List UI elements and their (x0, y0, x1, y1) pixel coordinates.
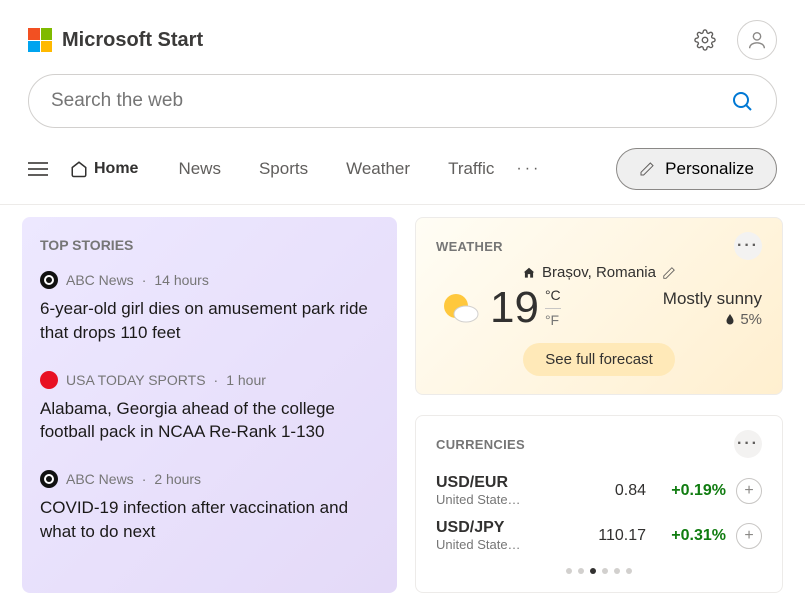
nav-home[interactable]: Home (70, 160, 138, 178)
source-icon (40, 470, 58, 488)
weather-icon (436, 284, 484, 332)
story-source: ABC News (66, 471, 134, 487)
person-icon (746, 29, 768, 51)
weather-condition: Mostly sunny (663, 289, 762, 309)
microsoft-logo-icon (28, 28, 52, 52)
currency-pair: USD/JPY (436, 519, 576, 537)
nav-item-traffic[interactable]: Traffic (448, 159, 494, 179)
story-item[interactable]: ABC News·14 hours6-year-old girl dies on… (40, 271, 379, 345)
nav-more[interactable]: ··· (516, 160, 541, 178)
currency-change: +0.19% (646, 482, 726, 500)
droplet-icon (724, 313, 736, 325)
brand[interactable]: Microsoft Start (28, 28, 203, 52)
weather-location: Brașov, Romania (542, 264, 656, 281)
currencies-card: CURRENCIES ··· USD/EURUnited State…0.84+… (415, 415, 783, 593)
story-headline: 6-year-old girl dies on amusement park r… (40, 297, 379, 345)
weather-humidity: 5% (740, 311, 762, 328)
pencil-icon[interactable] (662, 266, 676, 280)
currency-value: 110.17 (576, 527, 646, 545)
story-item[interactable]: USA TODAY SPORTS·1 hourAlabama, Georgia … (40, 371, 379, 445)
currency-row[interactable]: USD/JPYUnited State…110.17+0.31% + (436, 513, 762, 558)
story-time: 14 hours (154, 272, 208, 288)
pager-dot[interactable] (626, 568, 632, 574)
pager-dot[interactable] (614, 568, 620, 574)
currencies-more-button[interactable]: ··· (734, 430, 762, 458)
personalize-button[interactable]: Personalize (616, 148, 777, 190)
search-icon[interactable] (730, 89, 754, 113)
story-time: 1 hour (226, 372, 266, 388)
pager-dot[interactable] (566, 568, 572, 574)
currency-row[interactable]: USD/EURUnited State…0.84+0.19% + (436, 468, 762, 513)
weather-card: WEATHER ··· Brașov, Romania 19 °C °F (415, 217, 783, 395)
story-headline: COVID-19 infection after vaccination and… (40, 496, 379, 544)
nav-item-weather[interactable]: Weather (346, 159, 410, 179)
search-input[interactable] (51, 90, 730, 112)
unit-fahrenheit[interactable]: °F (545, 311, 561, 331)
nav-item-sports[interactable]: Sports (259, 159, 308, 179)
unit-celsius[interactable]: °C (545, 286, 561, 309)
story-time: 2 hours (154, 471, 201, 487)
currency-sub: United State… (436, 537, 576, 552)
weather-temp: 19 (490, 283, 539, 333)
brand-text: Microsoft Start (62, 29, 203, 52)
weather-more-button[interactable]: ··· (734, 232, 762, 260)
currency-pair: USD/EUR (436, 474, 576, 492)
top-stories-card: TOP STORIES ABC News·14 hours6-year-old … (22, 217, 397, 593)
home-icon (70, 160, 88, 178)
see-forecast-button[interactable]: See full forecast (523, 343, 675, 376)
profile-button[interactable] (737, 20, 777, 60)
gear-icon (694, 29, 716, 51)
pager-dot[interactable] (590, 568, 596, 574)
settings-button[interactable] (687, 22, 723, 58)
personalize-label: Personalize (665, 159, 754, 179)
home-icon (522, 266, 536, 280)
currency-value: 0.84 (576, 482, 646, 500)
currency-change: +0.31% (646, 527, 726, 545)
nav-item-news[interactable]: News (178, 159, 221, 179)
story-source: USA TODAY SPORTS (66, 372, 206, 388)
hamburger-menu[interactable] (28, 162, 48, 176)
source-icon (40, 371, 58, 389)
currencies-title: CURRENCIES (436, 437, 525, 452)
weather-title: WEATHER (436, 239, 503, 254)
nav-home-label: Home (94, 160, 138, 178)
pager[interactable] (436, 568, 762, 574)
pencil-icon (639, 161, 655, 177)
add-currency-button[interactable]: + (736, 523, 762, 549)
story-headline: Alabama, Georgia ahead of the college fo… (40, 397, 379, 445)
pager-dot[interactable] (578, 568, 584, 574)
top-stories-title: TOP STORIES (40, 237, 379, 253)
story-item[interactable]: ABC News·2 hoursCOVID-19 infection after… (40, 470, 379, 544)
pager-dot[interactable] (602, 568, 608, 574)
currency-sub: United State… (436, 492, 576, 507)
story-source: ABC News (66, 272, 134, 288)
source-icon (40, 271, 58, 289)
add-currency-button[interactable]: + (736, 478, 762, 504)
search-bar[interactable] (28, 74, 777, 128)
